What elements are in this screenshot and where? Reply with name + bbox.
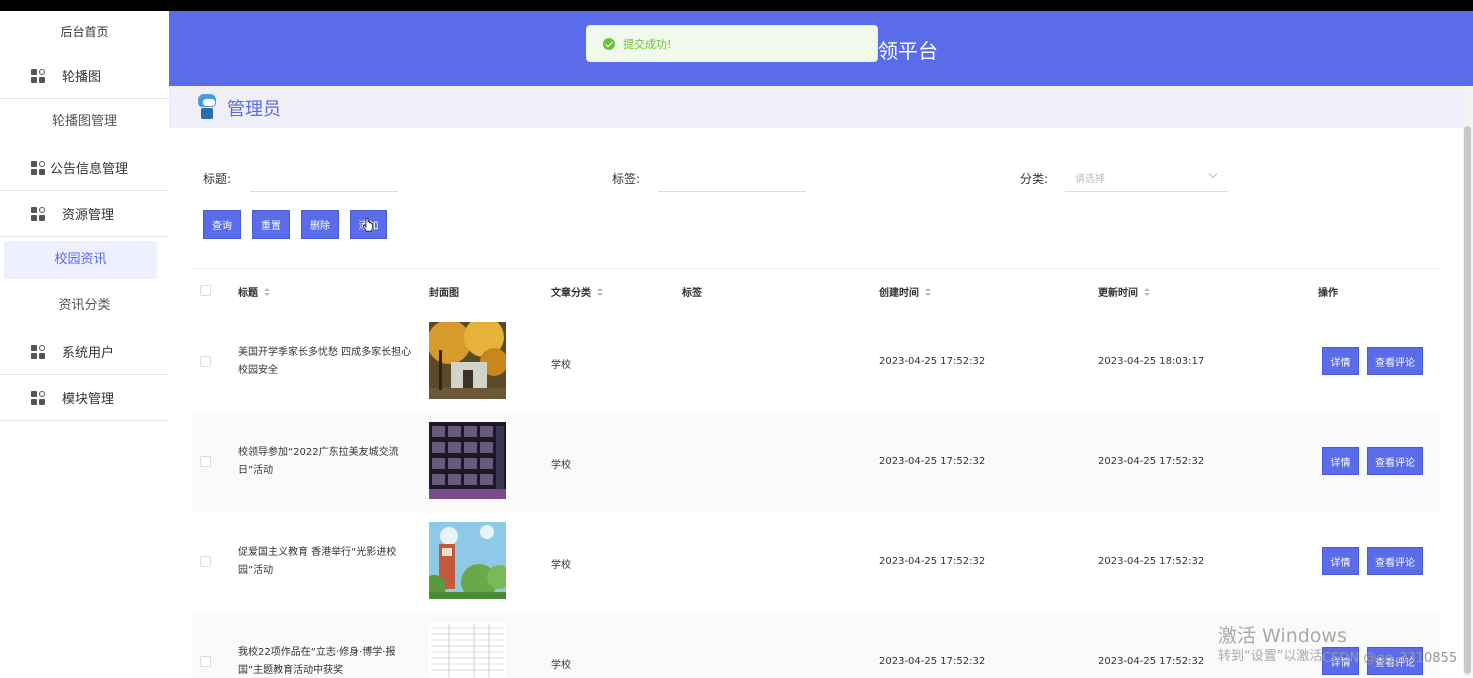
sidebar-item-home[interactable]: 后台首页 [0, 11, 169, 53]
title-filter-input[interactable] [250, 160, 398, 192]
column-title[interactable]: 标题 [238, 284, 270, 299]
scrollbar[interactable] [1463, 86, 1473, 677]
row-checkbox[interactable] [200, 456, 211, 467]
row-category: 学校 [551, 560, 571, 571]
check-circle-icon [603, 37, 615, 50]
breadcrumb: 管理员 [169, 86, 1463, 128]
table-row: 促爱国主义教育 香港举行“光影进校园”活动 学校 2023-04-25 17:5… [192, 512, 1440, 612]
cover-image [429, 522, 506, 599]
window-top-bar [0, 0, 1473, 11]
news-table: 标题 封面图 文章分类 标签 创建时间 更新时间 操作 美国开学季家长多忧愁 四… [192, 268, 1440, 678]
row-title[interactable]: 美国开学季家长多忧愁 四成多家长担心校园安全 [238, 344, 418, 380]
column-actions: 操作 [1318, 288, 1338, 299]
sidebar-subitem-news-category[interactable]: 资讯分类 [0, 283, 169, 329]
sort-icon [925, 288, 931, 297]
category-select-placeholder: 请选择 [1075, 174, 1105, 185]
csdn-watermark: CSDN @qq_3310855 [1322, 651, 1458, 666]
row-category: 学校 [551, 360, 571, 371]
row-updated: 2023-04-25 18:03:17 [1098, 356, 1205, 367]
select-all-checkbox[interactable] [200, 285, 211, 296]
detail-button[interactable]: 详情 [1322, 347, 1359, 375]
table-row: 校领导参加“2022广东拉美友城交流日”活动 学校 2023-04-25 17:… [192, 412, 1440, 512]
category-filter-label: 分类: [1020, 172, 1049, 186]
row-checkbox[interactable] [200, 556, 211, 567]
grid-icon [31, 68, 46, 84]
row-checkbox[interactable] [200, 356, 211, 367]
row-title[interactable]: 促爱国主义教育 香港举行“光影进校园”活动 [238, 544, 418, 580]
sidebar-item-label: 模块管理 [62, 392, 115, 407]
toast-message: 提交成功! [623, 37, 672, 51]
view-comments-button[interactable]: 查看评论 [1367, 347, 1423, 375]
detail-button[interactable]: 详情 [1322, 447, 1359, 475]
row-created: 2023-04-25 17:52:32 [879, 456, 986, 467]
reset-button[interactable]: 重置 [252, 210, 290, 239]
detail-button[interactable]: 详情 [1322, 547, 1359, 575]
view-comments-button[interactable]: 查看评论 [1367, 547, 1423, 575]
windows-activation-hint: 转到“设置”以激活 [1218, 649, 1323, 664]
row-updated: 2023-04-25 17:52:32 [1098, 456, 1205, 467]
row-created: 2023-04-25 17:52:32 [879, 656, 986, 667]
tag-filter-input[interactable] [658, 160, 806, 192]
column-created[interactable]: 创建时间 [879, 284, 931, 299]
robot-avatar-icon [196, 92, 218, 120]
sidebar-item-label: 轮播图 [62, 70, 102, 85]
windows-activation-title: 激活 Windows [1218, 625, 1347, 647]
sidebar-item-system-users[interactable]: 系统用户 [0, 329, 169, 375]
grid-icon [31, 160, 46, 176]
success-toast: 提交成功! [586, 25, 878, 62]
table-header: 标题 封面图 文章分类 标签 创建时间 更新时间 操作 [192, 268, 1440, 312]
sidebar-subitem-campus-news[interactable]: 校园资讯 [4, 241, 157, 279]
app-title: 领平台 [878, 39, 938, 63]
sidebar-item-label: 系统用户 [62, 346, 115, 361]
row-created: 2023-04-25 17:52:32 [879, 356, 986, 367]
sidebar-item-carousel[interactable]: 轮播图 [0, 53, 169, 99]
sidebar-item-label: 资源管理 [62, 208, 115, 223]
row-created: 2023-04-25 17:52:32 [879, 556, 986, 567]
sidebar: 后台首页 轮播图 轮播图管理 公告信息管理 资源管理 校园资讯 资讯分类 系统用… [0, 11, 169, 677]
sidebar-item-notice[interactable]: 公告信息管理 [0, 145, 169, 191]
column-updated[interactable]: 更新时间 [1098, 284, 1150, 299]
column-cover: 封面图 [429, 288, 459, 299]
tag-filter-label: 标签: [612, 172, 641, 186]
sort-icon [264, 288, 270, 297]
table-row: 美国开学季家长多忧愁 四成多家长担心校园安全 学校 2023-04-25 17:… [192, 312, 1440, 412]
title-filter-label: 标题: [203, 172, 232, 186]
sidebar-item-resource[interactable]: 资源管理 [0, 191, 169, 237]
cover-image [429, 622, 506, 678]
query-button[interactable]: 查询 [203, 210, 241, 239]
category-select[interactable]: 请选择 [1065, 160, 1228, 192]
chevron-down-icon [1208, 169, 1218, 179]
row-category: 学校 [551, 460, 571, 471]
view-comments-button[interactable]: 查看评论 [1367, 447, 1423, 475]
column-category[interactable]: 文章分类 [551, 284, 603, 299]
cover-image [429, 422, 506, 499]
row-checkbox[interactable] [200, 656, 211, 667]
row-title[interactable]: 我校22项作品在“立志·修身·博学·报国”主题教育活动中获奖 [238, 644, 418, 678]
delete-button[interactable]: 删除 [301, 210, 339, 239]
role-name: 管理员 [227, 99, 281, 120]
sidebar-item-module[interactable]: 模块管理 [0, 375, 169, 421]
sort-icon [1144, 288, 1150, 297]
cover-image [429, 322, 506, 399]
sort-icon [597, 288, 603, 297]
hand-cursor-icon [363, 218, 373, 232]
row-updated: 2023-04-25 17:52:32 [1098, 656, 1205, 667]
sidebar-subitem-carousel-manage[interactable]: 轮播图管理 [0, 99, 169, 145]
grid-icon [31, 344, 46, 360]
row-category: 学校 [551, 660, 571, 671]
grid-icon [31, 390, 46, 406]
sidebar-item-label: 公告信息管理 [50, 162, 129, 177]
grid-icon [31, 206, 46, 222]
row-title[interactable]: 校领导参加“2022广东拉美友城交流日”活动 [238, 444, 418, 480]
column-tag: 标签 [682, 288, 702, 299]
row-updated: 2023-04-25 17:52:32 [1098, 556, 1205, 567]
